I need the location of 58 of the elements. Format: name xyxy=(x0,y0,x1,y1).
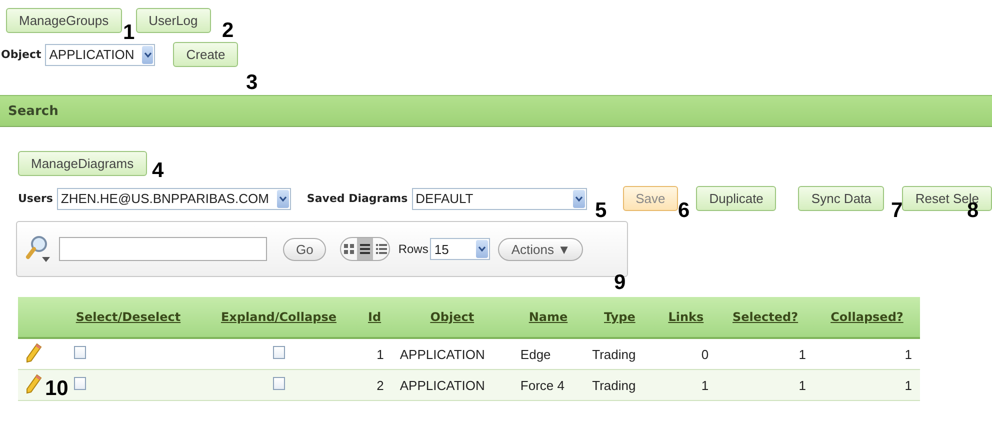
table-cell: 1 xyxy=(701,378,709,392)
create-button[interactable]: Create xyxy=(173,42,238,67)
table-cell: Edge xyxy=(520,346,551,362)
callout-number: 2 xyxy=(222,20,234,41)
table-cell: 1 xyxy=(798,346,806,362)
go-button[interactable]: Go xyxy=(283,238,326,260)
column-header[interactable]: Object xyxy=(392,297,512,338)
table-cell: Force 4 xyxy=(520,378,564,392)
column-header[interactable]: Expland/Collapse xyxy=(200,297,358,338)
callout-number: 10 xyxy=(45,378,68,399)
manage-groups-button[interactable]: ManageGroups xyxy=(6,8,122,33)
sync-data-button[interactable]: Sync Data xyxy=(798,186,884,211)
list-view-icon[interactable] xyxy=(357,238,374,260)
field-label: Object xyxy=(1,48,42,61)
checkbox[interactable] xyxy=(74,346,86,359)
callout-number: 3 xyxy=(246,72,258,93)
table-cell: 0 xyxy=(701,346,709,362)
table-cell: 1 xyxy=(904,346,912,362)
saved-diagrams-select[interactable]: DEFAULT xyxy=(412,188,587,210)
table-cell: 1 xyxy=(904,378,912,392)
column-header[interactable]: Links xyxy=(655,297,717,338)
callout-number: 1 xyxy=(123,22,135,43)
manage-diagrams-button[interactable]: ManageDiagrams xyxy=(18,151,147,176)
user-log-button[interactable]: UserLog xyxy=(136,8,211,33)
table-cell: Trading xyxy=(592,378,636,392)
callout-number: 4 xyxy=(152,160,164,181)
column-header[interactable]: Id xyxy=(357,297,392,338)
search-field[interactable] xyxy=(59,237,267,261)
search-icon[interactable] xyxy=(25,235,51,263)
table-cell: Trading xyxy=(592,346,636,362)
callout-number: 9 xyxy=(614,272,626,293)
edit-pencil-icon[interactable] xyxy=(26,342,42,362)
field-label: Users xyxy=(18,192,53,205)
table-cell: APPLICATION xyxy=(400,346,485,362)
checkbox[interactable] xyxy=(74,377,86,390)
callout-number: 7 xyxy=(891,200,903,221)
column-header[interactable]: Type xyxy=(584,297,656,338)
table-cell: 1 xyxy=(376,346,384,362)
column-header[interactable]: Select/Deselect xyxy=(56,297,200,338)
actions-menu-button[interactable]: Actions ▼ xyxy=(498,238,584,260)
column-header[interactable]: Selected? xyxy=(716,297,814,338)
rows-label: Rows xyxy=(398,242,428,256)
callout-number: 6 xyxy=(678,200,690,221)
duplicate-button[interactable]: Duplicate xyxy=(696,186,776,211)
column-header[interactable]: Name xyxy=(512,297,584,338)
field-label: Saved Diagrams xyxy=(306,192,408,205)
table-cell: 1 xyxy=(798,378,806,392)
object-select[interactable]: APPLICATION xyxy=(45,44,156,66)
rows-select[interactable]: 15 xyxy=(430,238,490,260)
table-cell: APPLICATION xyxy=(400,378,485,392)
users-select[interactable]: ZHEN.HE@US.BNPPARIBAS.COM xyxy=(56,188,291,210)
section-title: Search xyxy=(8,104,58,118)
edit-pencil-icon[interactable] xyxy=(26,374,42,394)
checkbox[interactable] xyxy=(272,346,285,359)
column-header[interactable]: Collapsed? xyxy=(814,297,920,338)
table-cell: 2 xyxy=(376,378,384,392)
checkbox[interactable] xyxy=(272,377,285,390)
callout-number: 5 xyxy=(595,200,607,221)
